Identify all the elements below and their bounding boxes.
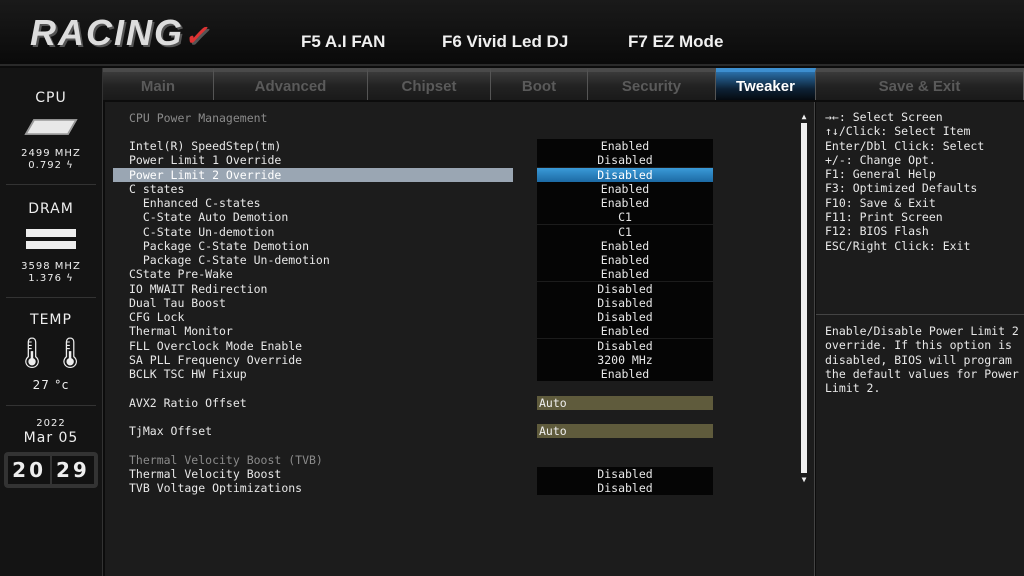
cpu-frequency: 2499 MHZ	[21, 148, 81, 159]
setting-value[interactable]: C1	[537, 224, 713, 239]
cpu-voltage: 0.792 ϟ	[28, 160, 74, 171]
tab-advanced[interactable]: Advanced	[214, 68, 368, 100]
tab-boot[interactable]: Boot	[491, 68, 588, 100]
tab-bar: Main Advanced Chipset Boot Security Twea…	[103, 68, 1024, 100]
setting-value[interactable]: Enabled	[537, 139, 713, 153]
tab-save-exit[interactable]: Save & Exit	[816, 68, 1024, 100]
item-description: Enable/Disable Power Limit 2 override. I…	[825, 324, 1019, 396]
setting-label[interactable]: C-State Auto Demotion	[129, 210, 288, 224]
racing-logo: RACING✓	[30, 12, 210, 53]
tjmax-offset-input[interactable]: Auto	[537, 424, 713, 438]
setting-label[interactable]: SA PLL Frequency Override	[129, 353, 302, 367]
setting-value[interactable]: Disabled	[537, 167, 713, 182]
clock: 20 29	[4, 452, 98, 488]
cpu-label: CPU	[35, 90, 67, 106]
setting-value[interactable]: Enabled	[537, 181, 713, 196]
section-tvb: Thermal Velocity Boost (TVB)	[129, 453, 323, 467]
tab-chipset[interactable]: Chipset	[368, 68, 491, 100]
setting-label[interactable]: Thermal Monitor	[129, 324, 233, 338]
setting-label[interactable]: Intel(R) SpeedStep(tm)	[129, 139, 281, 153]
ez-mode-button[interactable]: F7 EZ Mode	[628, 32, 723, 52]
vivid-led-dj-button[interactable]: F6 Vivid Led DJ	[442, 32, 568, 52]
setting-label[interactable]: BCLK TSC HW Fixup	[129, 367, 247, 381]
setting-value[interactable]: C1	[537, 210, 713, 225]
dram-voltage: 1.376 ϟ	[28, 273, 74, 284]
setting-value[interactable]: Enabled	[537, 324, 713, 339]
clock-minutes: 29	[52, 456, 94, 484]
avx2-ratio-offset-label: AVX2 Ratio Offset	[129, 396, 247, 410]
scroll-down-icon[interactable]: ▼	[800, 475, 808, 484]
clock-hours: 20	[8, 456, 50, 484]
setting-label[interactable]: CState Pre-Wake	[129, 267, 233, 281]
setting-label[interactable]: Power Limit 1 Override	[129, 153, 281, 167]
date-year: 2022	[36, 418, 66, 429]
ai-fan-button[interactable]: F5 A.I FAN	[301, 32, 385, 52]
dram-label: DRAM	[28, 201, 74, 217]
setting-label[interactable]: C states	[129, 182, 184, 196]
temp-value: 27 °c	[32, 378, 70, 392]
setting-value[interactable]: Enabled	[537, 367, 713, 381]
thermometer-icon: 🌡🌡	[12, 336, 90, 371]
dram-frequency: 3598 MHZ	[21, 261, 81, 272]
logo-text: RACING	[30, 12, 184, 53]
scrollbar-thumb[interactable]	[801, 123, 807, 473]
tvb-value[interactable]: Disabled	[537, 467, 713, 481]
setting-value[interactable]: Disabled	[537, 281, 713, 296]
date-day: Mar 05	[23, 430, 79, 446]
setting-label[interactable]: Dual Tau Boost	[129, 296, 226, 310]
setting-label[interactable]: IO MWAIT Redirection	[129, 282, 267, 296]
avx2-ratio-offset-input[interactable]: Auto	[537, 396, 713, 410]
temp-label: TEMP	[30, 312, 72, 328]
setting-value[interactable]: 3200 MHz	[537, 352, 713, 367]
tvb-voltage-value[interactable]: Disabled	[537, 481, 713, 495]
tab-security[interactable]: Security	[588, 68, 716, 100]
setting-label[interactable]: Package C-State Un-demotion	[129, 253, 330, 267]
tjmax-offset-label: TjMax Offset	[129, 424, 213, 438]
setting-value[interactable]: Disabled	[537, 153, 713, 168]
tvb-voltage-label: TVB Voltage Optimizations	[129, 481, 303, 495]
key-help: →←: Select Screen ↑↓/Click: Select Item …	[825, 110, 985, 253]
tvb-label: Thermal Velocity Boost	[129, 467, 282, 481]
help-panel: →←: Select Screen ↑↓/Click: Select Item …	[816, 102, 1024, 576]
setting-value[interactable]: Disabled	[537, 310, 713, 324]
setting-value[interactable]: Disabled	[537, 295, 713, 310]
scroll-up-icon[interactable]: ▲	[800, 112, 808, 121]
dram-icon	[26, 229, 76, 249]
setting-label[interactable]: C-State Un-demotion	[129, 225, 275, 239]
settings-panel: CPU Power Management Intel(R) SpeedStep(…	[105, 102, 815, 576]
setting-value[interactable]: Enabled	[537, 253, 713, 267]
setting-label[interactable]: CFG Lock	[129, 310, 184, 324]
setting-value[interactable]: Enabled	[537, 238, 713, 253]
header: RACING✓ F5 A.I FAN F6 Vivid Led DJ F7 EZ…	[0, 0, 1024, 66]
setting-label[interactable]: Enhanced C-states	[129, 196, 261, 210]
tab-tweaker[interactable]: Tweaker	[716, 68, 816, 100]
section-cpu-power-management: CPU Power Management	[129, 111, 268, 125]
scrollbar[interactable]: ▲ ▼	[800, 112, 808, 492]
sidebar: CPU 2499 MHZ 0.792 ϟ DRAM 3598 MHZ 1.376…	[0, 68, 103, 576]
setting-label[interactable]: FLL Overclock Mode Enable	[129, 339, 302, 353]
setting-value[interactable]: Enabled	[537, 267, 713, 282]
setting-label[interactable]: Package C-State Demotion	[129, 239, 309, 253]
setting-label[interactable]: Power Limit 2 Override	[113, 167, 513, 182]
setting-value[interactable]: Enabled	[537, 196, 713, 210]
setting-value[interactable]: Disabled	[537, 338, 713, 353]
cpu-chip-icon	[24, 119, 78, 135]
tab-main[interactable]: Main	[103, 68, 214, 100]
